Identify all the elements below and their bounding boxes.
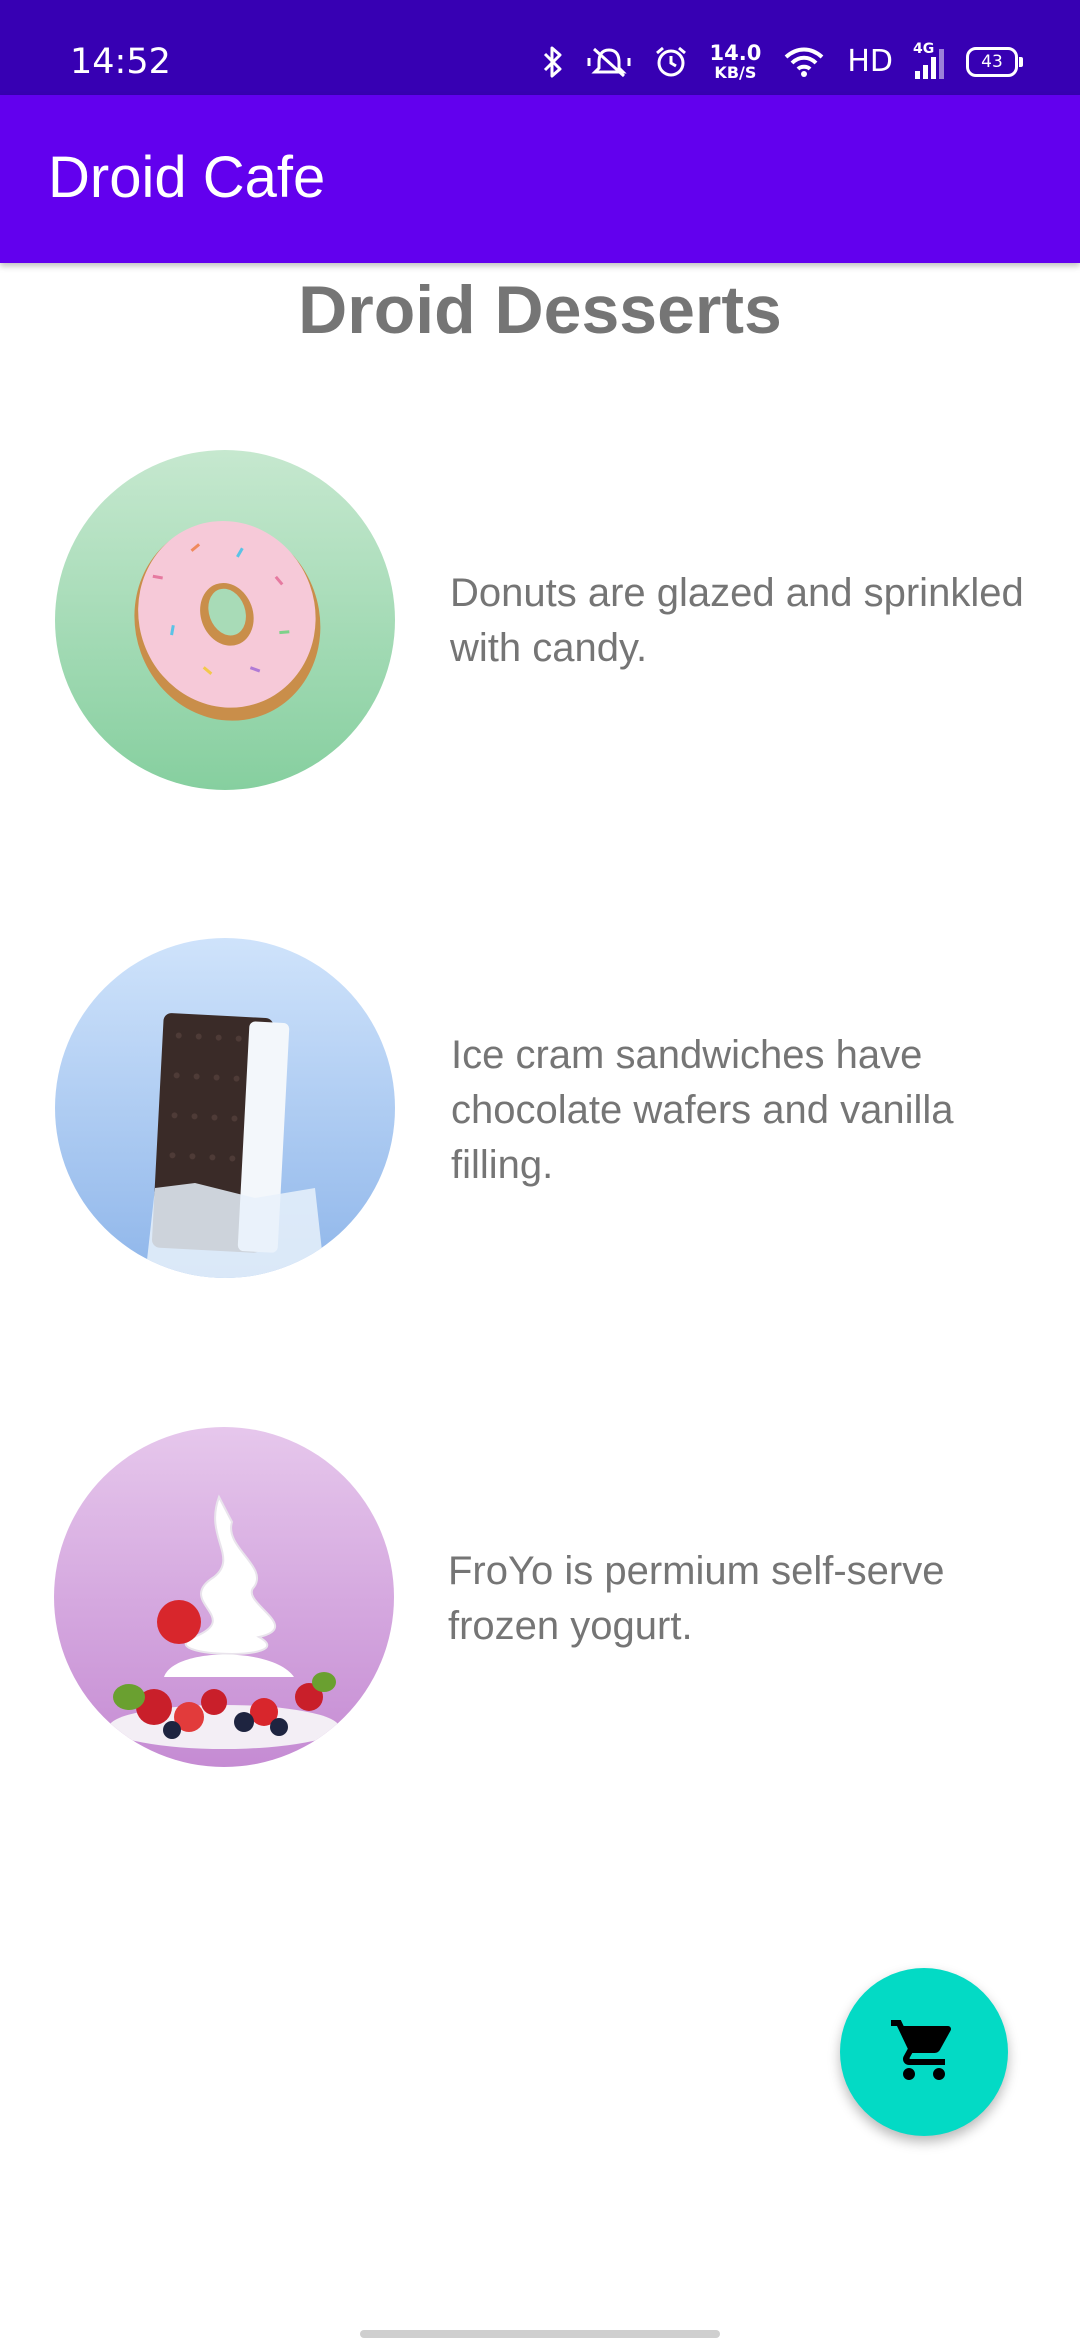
hd-label: HD bbox=[847, 44, 893, 79]
froyo-description: FroYo is permium self-serve frozen yogur… bbox=[448, 1549, 945, 1648]
status-icons: 14.0 KB/S HD 4G 43 bbox=[542, 40, 1023, 84]
network-speed-value: 14.0 bbox=[709, 41, 762, 65]
alarm-icon bbox=[654, 45, 688, 79]
gesture-nav-handle[interactable] bbox=[360, 2330, 720, 2338]
app-title: Droid Cafe bbox=[48, 145, 326, 210]
ice-cream-sandwich-description: Ice cram sandwiches have chocolate wafer… bbox=[451, 1033, 954, 1187]
status-bar: 14:52 14.0 KB/S HD 4G 43 bbox=[0, 0, 1080, 95]
froyo-image[interactable] bbox=[54, 1427, 394, 1767]
shopping-cart-icon bbox=[888, 2014, 960, 2090]
battery-icon: 43 bbox=[966, 47, 1023, 77]
shopping-cart-button[interactable] bbox=[840, 1968, 1008, 2136]
app-bar: Droid Cafe bbox=[0, 95, 1080, 263]
donut-description: Donuts are glazed and sprinkled with can… bbox=[450, 571, 1024, 670]
network-type-label: 4G bbox=[913, 41, 935, 57]
donut-image[interactable] bbox=[55, 450, 395, 790]
bluetooth-icon bbox=[542, 45, 564, 79]
network-speed: 14.0 KB/S bbox=[709, 41, 762, 82]
network-speed-unit: KB/S bbox=[714, 63, 757, 82]
status-time: 14:52 bbox=[70, 42, 171, 82]
vibrate-icon bbox=[586, 45, 632, 79]
wifi-icon bbox=[783, 46, 825, 78]
ice-cream-sandwich-image[interactable] bbox=[55, 938, 395, 1278]
page-heading: Droid Desserts bbox=[298, 272, 782, 348]
signal-icon: 4G bbox=[913, 41, 944, 79]
